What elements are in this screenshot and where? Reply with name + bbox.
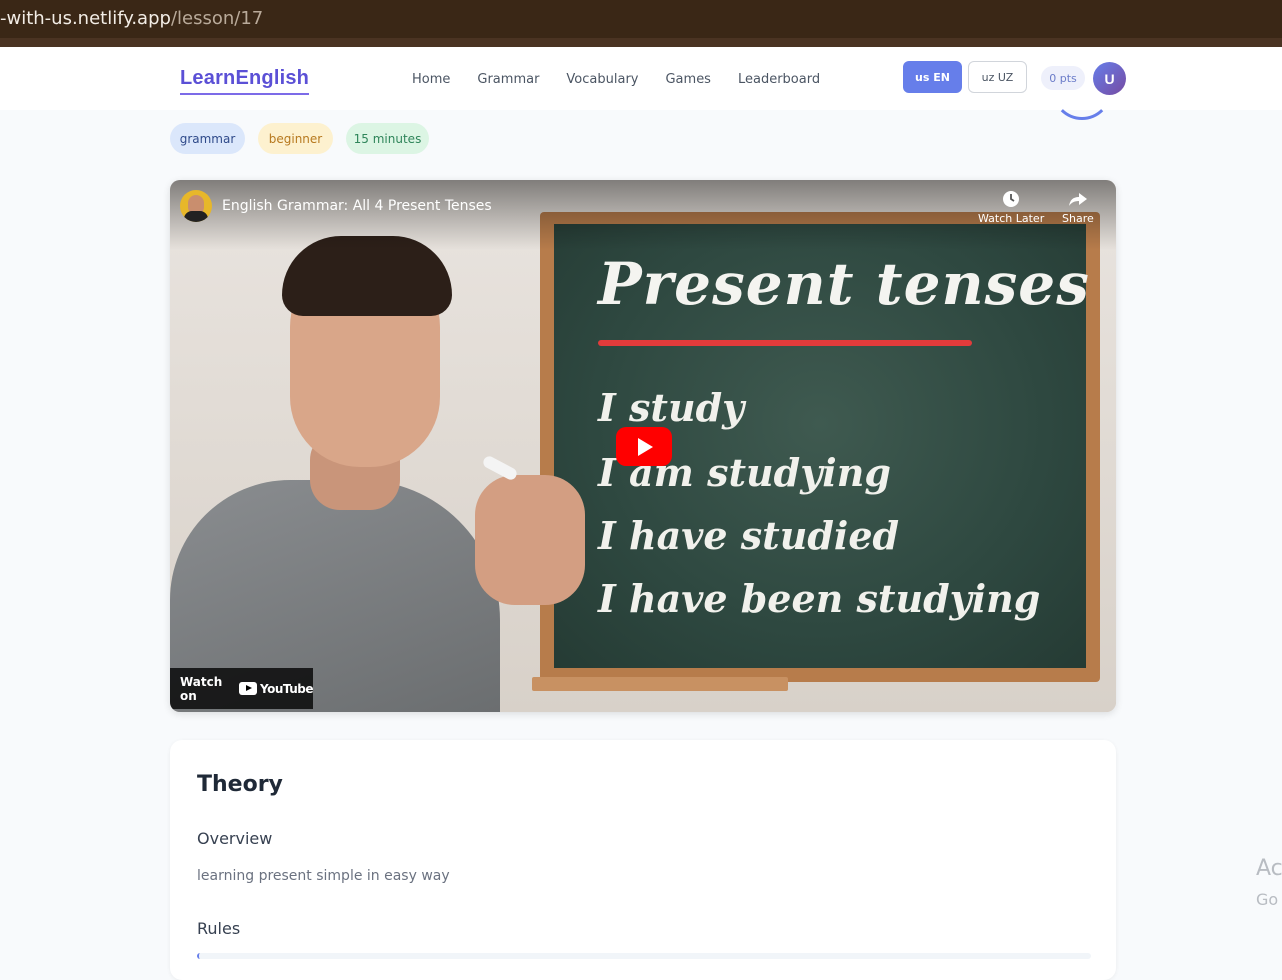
watch-later-button[interactable]: Watch Later [978,190,1044,225]
nav-home[interactable]: Home [412,72,450,87]
category-tag: grammar [170,123,245,154]
level-tag: beginner [258,123,333,154]
channel-avatar[interactable] [180,190,212,222]
site-logo[interactable]: LearnEnglish [180,67,310,95]
share-label: Share [1062,212,1094,225]
watch-on-label: Watch on [180,674,223,703]
theory-card: Theory Overview learning present simple … [170,740,1116,980]
theory-heading: Theory [197,772,283,797]
rules-item [197,953,1091,959]
video-top-overlay [170,180,1116,250]
play-button[interactable] [616,427,672,466]
watch-later-label: Watch Later [978,212,1045,225]
chalk-tray [532,677,788,691]
nav-vocabulary[interactable]: Vocabulary [566,72,638,87]
youtube-play-icon [238,682,257,695]
nav-games[interactable]: Games [665,72,710,87]
presenter-hand [475,475,585,605]
language-uz-button[interactable]: uz UZ [968,61,1027,93]
share-icon [1068,193,1087,206]
video-title[interactable]: English Grammar: All 4 Present Tenses [222,198,492,214]
watch-on-youtube-button[interactable]: Watch on YouTube [170,668,314,709]
board-line: I have been studying [598,576,1041,621]
clock-icon [1003,191,1020,207]
board-line: I study [598,385,745,430]
nav-leaderboard[interactable]: Leaderboard [738,72,820,87]
youtube-wordmark: YouTube [259,681,314,696]
board-line: I have studied [598,513,900,558]
browser-url-bar[interactable]: -with-us.netlify.app/lesson/17 [0,0,1282,47]
nav-grammar[interactable]: Grammar [477,72,539,87]
youtube-logo: YouTube [238,681,314,696]
os-activation-text: Ac [1256,856,1282,881]
url-text[interactable]: -with-us.netlify.app/lesson/17 [0,8,263,29]
language-en-button[interactable]: us EN [903,61,962,93]
board-underline [598,340,972,346]
share-button[interactable]: Share [1062,190,1094,225]
os-activation-subtext: Go [1256,890,1279,909]
main-nav: Home Grammar Vocabulary Games Leaderboar… [412,72,847,87]
video-player[interactable]: Present tenses I study I am studying I h… [170,180,1116,712]
rules-heading: Rules [197,919,241,938]
overview-text: learning present simple in easy way [197,868,450,884]
progress-ring [1052,60,1112,120]
overview-heading: Overview [197,829,273,848]
duration-tag: 15 minutes [346,123,429,154]
board-title: Present tenses [598,250,1090,318]
